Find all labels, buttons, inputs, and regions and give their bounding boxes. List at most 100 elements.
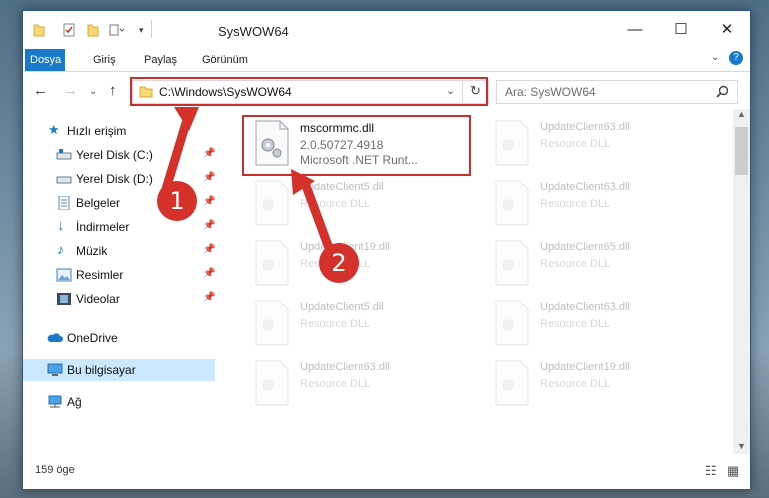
scrollbar-thumb[interactable] (735, 127, 748, 175)
file-name: UpdateClient63.dll (540, 301, 630, 313)
scroll-down-icon[interactable]: ▼ (737, 441, 746, 451)
documents-icon (58, 196, 70, 210)
file-description: Resource DLL (300, 318, 371, 330)
sidebar-item-quick-access[interactable]: ★ Hızlı erişim (23, 120, 215, 142)
pin-icon[interactable]: 📌 (203, 220, 215, 231)
computer-icon (47, 363, 63, 376)
dll-file-icon (255, 360, 289, 406)
scroll-up-icon[interactable]: ▲ (737, 109, 746, 119)
close-button[interactable]: ✕ (704, 19, 750, 41)
file-description: Resource DLL (540, 138, 611, 150)
pin-icon[interactable]: 📌 (203, 172, 215, 183)
file-name: UpdateClient63.dll (540, 181, 630, 193)
sidebar-item-label: Resimler (76, 268, 124, 282)
item-count: 159 öge (35, 464, 75, 476)
music-icon: ♪ (57, 241, 64, 257)
drive-icon (56, 176, 72, 184)
file-name: UpdateClient5.dll (300, 181, 384, 193)
sidebar-item-downloads[interactable]: ↓ İndirmeler 📌 (23, 216, 215, 238)
file-name: UpdateClient63.dll (540, 121, 630, 133)
file-description: Resource DLL (540, 258, 611, 270)
file-item[interactable]: UpdateClient5.dll Resource DLL (240, 171, 470, 233)
properties-icon[interactable] (63, 23, 75, 37)
navigation-pane: ★ Hızlı erişim Yerel Disk (C:) 📌 Yerel D… (23, 115, 215, 455)
dll-file-icon (495, 300, 529, 346)
help-icon[interactable]: ? (729, 51, 743, 65)
sidebar-item-label: Videolar (76, 292, 120, 306)
search-input[interactable]: Ara: SysWOW64 (505, 85, 596, 99)
network-icon (48, 395, 62, 408)
videos-icon (57, 293, 71, 305)
sidebar-item-this-pc[interactable]: Bu bilgisayar (23, 359, 215, 381)
window-title: SysWOW64 (218, 24, 289, 39)
dll-file-icon (495, 240, 529, 286)
file-highlight (242, 115, 471, 176)
sidebar-item-music[interactable]: ♪ Müzik 📌 (23, 240, 215, 262)
tab-share[interactable]: Paylaş (134, 49, 187, 71)
minimize-button[interactable]: — (612, 19, 658, 41)
tab-home[interactable]: Giriş (83, 49, 126, 71)
pin-icon[interactable]: 📌 (203, 244, 215, 255)
cloud-icon (47, 333, 63, 342)
search-box[interactable]: Ara: SysWOW64 (496, 80, 738, 104)
dll-file-icon (255, 300, 289, 346)
file-name: UpdateClient65.dll (540, 241, 630, 253)
title-divider (151, 20, 152, 38)
back-button[interactable]: ← (33, 82, 48, 99)
pin-icon[interactable]: 📌 (203, 292, 215, 303)
status-bar: 159 öge ☷ ▦ (23, 455, 750, 487)
sidebar-item-onedrive[interactable]: OneDrive (23, 327, 215, 349)
ribbon: Dosya Giriş Paylaş Görünüm ⌄ ? (23, 49, 750, 72)
sidebar-item-local-disk-c[interactable]: Yerel Disk (C:) 📌 (23, 144, 215, 166)
file-item[interactable]: UpdateClient63.dll Resource DLL (480, 111, 710, 173)
download-icon: ↓ (57, 217, 65, 234)
sidebar-item-label: Belgeler (76, 196, 121, 210)
file-item[interactable]: UpdateClient63.dll Resource DLL (480, 171, 710, 233)
file-item[interactable]: UpdateClient65.dll Resource DLL (480, 231, 710, 293)
pin-icon[interactable]: 📌 (203, 268, 215, 279)
file-item[interactable]: UpdateClient63.dll Resource DLL (240, 351, 470, 413)
sidebar-item-label: İndirmeler (76, 220, 130, 234)
tab-file[interactable]: Dosya (25, 49, 65, 71)
customize-toolbar-icon[interactable] (109, 23, 125, 37)
file-item[interactable]: UpdateClient19.dll Resource DLL (480, 351, 710, 413)
recent-locations-dropdown[interactable]: ⌄ (89, 86, 97, 97)
new-folder-icon[interactable] (87, 23, 99, 37)
file-description: Resource DLL (300, 378, 371, 390)
dll-file-icon (255, 240, 289, 286)
address-bar-highlight (130, 77, 488, 106)
dll-file-icon (495, 360, 529, 406)
pin-icon[interactable]: 📌 (203, 196, 215, 207)
details-view-icon[interactable]: ☷ (705, 463, 717, 479)
sidebar-item-label: Bu bilgisayar (67, 363, 136, 377)
tiles-view-icon[interactable]: ▦ (727, 463, 739, 479)
file-name: UpdateClient63.dll (300, 361, 390, 373)
maximize-button[interactable]: ☐ (658, 19, 704, 41)
up-button[interactable]: ↑ (109, 82, 117, 99)
tab-view[interactable]: Görünüm (192, 49, 258, 71)
sidebar-item-network[interactable]: Ağ (23, 391, 215, 413)
file-description: Resource DLL (540, 378, 611, 390)
sidebar-item-videos[interactable]: Videolar 📌 (23, 288, 215, 310)
sidebar-item-pictures[interactable]: Resimler 📌 (23, 264, 215, 286)
forward-button[interactable]: → (63, 82, 78, 99)
explorer-window: ▾ SysWOW64 — ☐ ✕ Dosya Giriş Paylaş Görü… (22, 10, 751, 490)
search-icon[interactable] (716, 85, 729, 98)
dll-file-icon (495, 180, 529, 226)
quick-access-toolbar-dropdown[interactable]: ▾ (139, 25, 144, 36)
vertical-scrollbar[interactable]: ▲ ▼ (733, 109, 750, 454)
star-icon: ★ (48, 122, 60, 137)
sidebar-item-label: Ağ (67, 395, 82, 409)
pin-icon[interactable]: 📌 (203, 148, 215, 159)
file-item[interactable]: UpdateClient5.dll Resource DLL (240, 291, 470, 353)
sidebar-item-label: Yerel Disk (C:) (76, 148, 153, 162)
file-name: UpdateClient19.dll (540, 361, 630, 373)
dll-file-icon (255, 180, 289, 226)
file-item[interactable]: UpdateClient63.dll Resource DLL (480, 291, 710, 353)
sidebar-item-label: OneDrive (67, 331, 118, 345)
step-2-badge: 2 (319, 243, 359, 283)
step-1-badge: 1 (157, 181, 197, 221)
expand-ribbon-icon[interactable]: ⌄ (711, 52, 719, 63)
sidebar-item-label: Hızlı erişim (67, 124, 127, 138)
file-description: Resource DLL (300, 198, 371, 210)
